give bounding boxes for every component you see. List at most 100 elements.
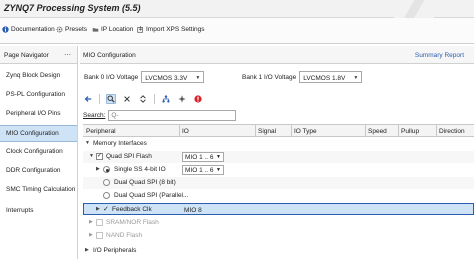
navigator-header: Page Navigator ⋯ (0, 46, 77, 64)
table-row-dual-quad-spi-parallel[interactable]: Dual Quad SPI (Parallel... (83, 190, 474, 202)
col-direction[interactable]: Direction (439, 128, 465, 135)
column-divider (291, 125, 292, 137)
nav-item-clock-configuration[interactable]: Clock Configuration (0, 144, 77, 161)
expand-toggle-icon[interactable]: ▶ (89, 232, 93, 238)
table-row-dual-quad-spi-8bit[interactable]: Dual Quad SPI (8 bit) (83, 177, 474, 189)
table-row-quad-spi-flash[interactable]: ▼ ✓ Quad SPI Flash MIO 1 .. 6 ▼ (83, 151, 474, 163)
expand-toggle-icon[interactable]: ▶ (89, 219, 93, 225)
nav-item-peripheral-io-pins[interactable]: Peripheral I/O Pins (0, 106, 77, 123)
row-label: Memory Interfaces (93, 140, 147, 147)
presets-button[interactable]: Presets (56, 26, 87, 33)
column-divider (436, 125, 437, 137)
back-button[interactable] (83, 94, 93, 104)
nav-item-interrupts[interactable]: Interrupts (0, 203, 77, 220)
nand-checkbox[interactable] (96, 232, 103, 239)
window-title: ZYNQ7 Processing System (5.5) (4, 3, 141, 13)
bank1-voltage-select[interactable]: LVCMOS 1.8V ▼ (299, 71, 363, 83)
ip-location-button[interactable]: IP Location (92, 26, 133, 33)
io-value: MIO 1 .. 6 (185, 166, 214, 174)
quad-spi-checkbox[interactable]: ✓ (96, 153, 103, 160)
connections-button[interactable] (177, 94, 187, 104)
col-peripheral[interactable]: Peripheral (86, 128, 116, 135)
folder-icon (92, 28, 99, 32)
table-row-feedback-clk[interactable]: ▶ ✓ Feedback Clk MIO 8 (83, 203, 474, 215)
search-placeholder: Q- (111, 112, 119, 119)
search-input[interactable]: Q- (108, 110, 237, 121)
expand-all-button[interactable] (138, 94, 148, 104)
sram-nor-checkbox[interactable] (96, 219, 103, 226)
bank0-voltage-select[interactable]: LVCMOS 3.3V ▼ (141, 71, 205, 83)
table-row-memory-interfaces[interactable]: ▼ Memory Interfaces (83, 138, 474, 150)
io-select[interactable]: MIO 1 .. 6 ▼ (182, 165, 224, 175)
collapse-all-button[interactable] (122, 94, 132, 104)
column-divider (255, 125, 256, 137)
search-label: Search: (83, 112, 106, 119)
chevron-down-icon: ▼ (353, 75, 359, 81)
mio-table: Peripheral IO Signal IO Type Speed Pullu… (83, 124, 474, 259)
import-icon (137, 26, 143, 33)
row-label: Feedback Clk (112, 206, 152, 213)
nav-item-smc-timing-calculation[interactable]: SMC Timing Calculation (0, 182, 77, 199)
row-label: Quad SPI Flash (106, 153, 152, 160)
info-icon (2, 26, 9, 33)
page-navigator: Page Navigator ⋯ Zynq Block Design PS-PL… (0, 46, 78, 259)
nav-item-mio-configuration[interactable]: MIO Configuration (0, 125, 77, 142)
chevron-down-icon: ▼ (195, 75, 201, 81)
hierarchy-icon (162, 95, 170, 103)
import-xps-settings-label: Import XPS Settings (146, 26, 205, 33)
nav-item-ddr-configuration[interactable]: DDR Configuration (0, 163, 77, 180)
documentation-button[interactable]: Documentation (2, 26, 55, 33)
col-io[interactable]: IO (182, 128, 189, 135)
io-value: MIO 8 (184, 206, 202, 214)
feedback-clk-check-icon[interactable]: ✓ (103, 205, 109, 213)
table-toolbar (83, 93, 203, 105)
search-toggle-button[interactable] (106, 94, 116, 104)
row-label: Dual Quad SPI (8 bit) (114, 179, 176, 186)
expand-toggle-icon[interactable]: ▼ (89, 153, 94, 159)
io-select[interactable]: MIO 8 (182, 205, 224, 215)
bank0-voltage: Bank 0 I/O Voltage LVCMOS 3.3V ▼ (84, 71, 205, 83)
col-io-type[interactable]: IO Type (294, 128, 317, 135)
presets-label: Presets (65, 26, 88, 33)
import-xps-settings-button[interactable]: Import XPS Settings (137, 26, 205, 33)
col-pullup[interactable]: Pullup (401, 128, 419, 135)
table-row-sram-nor-flash[interactable]: ▶ SRAM/NOR Flash (83, 217, 474, 229)
io-value: MIO 1 .. 6 (185, 153, 214, 161)
expand-toggle-icon[interactable]: ▼ (85, 140, 90, 146)
bank1-label: Bank 1 I/O Voltage (242, 73, 297, 81)
dual-quad-spi-parallel-radio[interactable] (103, 192, 110, 199)
column-divider (398, 125, 399, 137)
error-filter-button[interactable] (193, 94, 203, 104)
dual-quad-spi-radio[interactable] (103, 179, 110, 186)
back-arrow-icon (84, 96, 92, 102)
expand-toggle-icon[interactable]: ▶ (96, 166, 100, 172)
col-speed[interactable]: Speed (368, 128, 387, 135)
bank0-value: LVCMOS 3.3V (145, 74, 188, 82)
expand-toggle-icon[interactable]: ▶ (85, 247, 89, 253)
single-ss-radio[interactable] (103, 166, 110, 173)
nav-item-ps-pl-configuration[interactable]: PS-PL Configuration (0, 87, 77, 104)
row-label: NAND Flash (106, 232, 143, 239)
bank1-value: LVCMOS 1.8V (303, 74, 346, 82)
title-bar: ZYNQ7 Processing System (5.5) (0, 0, 474, 18)
hierarchy-button[interactable] (161, 94, 171, 104)
table-row-io-peripherals[interactable]: ▶ I/O Peripherals (83, 245, 474, 257)
table-row-single-ss-4-bit-io[interactable]: ▶ Single SS 4-bit IO MIO 1 .. 6 ▼ (83, 164, 474, 176)
table-header: Peripheral IO Signal IO Type Speed Pullu… (83, 125, 474, 137)
summary-report-link[interactable]: Summary Report (415, 52, 464, 59)
bank0-label: Bank 0 I/O Voltage (84, 73, 139, 81)
nav-item-zynq-block-design[interactable]: Zynq Block Design (0, 68, 77, 85)
navigator-menu-icon[interactable]: ⋯ (64, 51, 71, 59)
col-signal[interactable]: Signal (258, 128, 276, 135)
io-select[interactable]: MIO 1 .. 6 ▼ (182, 152, 224, 162)
collapse-all-icon (124, 96, 130, 102)
table-row-nand-flash[interactable]: ▶ NAND Flash (83, 230, 474, 242)
panel-title: MIO Configuration (83, 52, 136, 59)
documentation-label: Documentation (11, 26, 55, 33)
column-divider (179, 125, 180, 137)
toolbar-separator (154, 94, 155, 104)
mio-configuration-panel: MIO Configuration Summary Report Bank 0 … (80, 46, 474, 259)
column-divider (365, 125, 366, 137)
expand-toggle-icon[interactable]: ▶ (96, 206, 100, 212)
connections-icon (178, 95, 186, 103)
